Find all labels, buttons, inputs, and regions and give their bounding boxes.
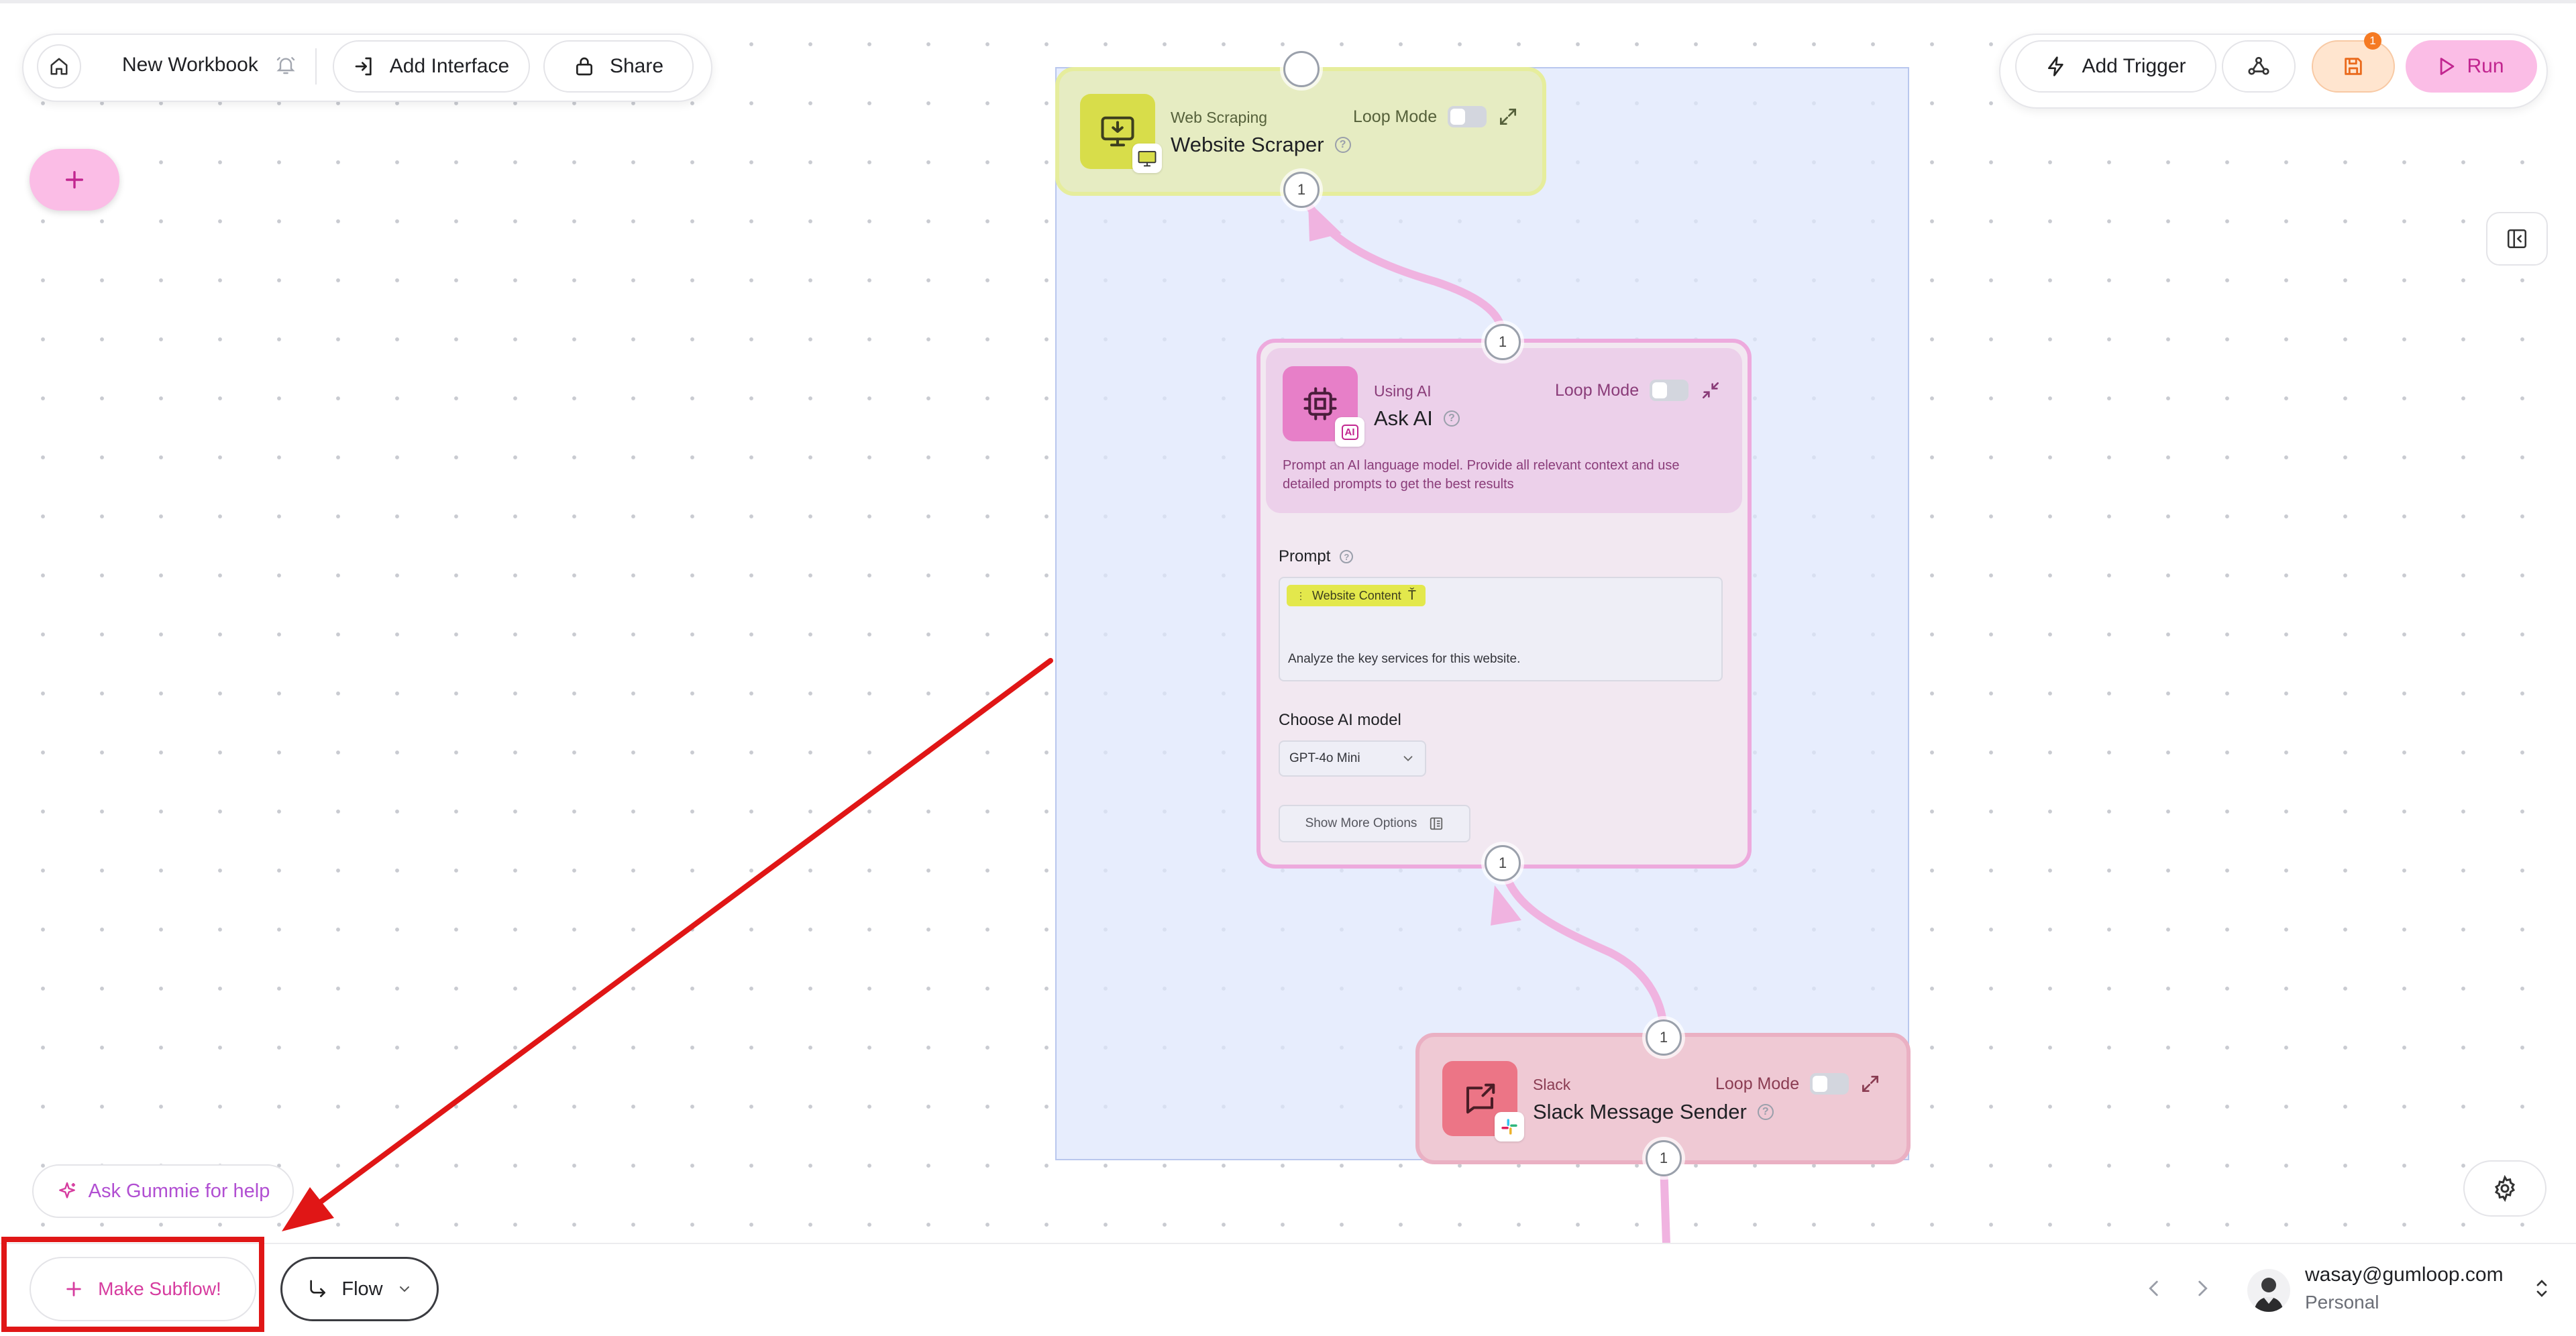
user-email: wasay@gumloop.com: [2305, 1264, 2504, 1286]
ask-gummie-button[interactable]: Ask Gummie for help: [32, 1164, 294, 1218]
show-more-options-button[interactable]: Show More Options: [1279, 805, 1470, 842]
annotation-arrow-line: [313, 658, 1053, 1209]
scraper-category: Web Scraping: [1171, 109, 1268, 126]
slack-title: Slack Message Sender ?: [1533, 1100, 1774, 1124]
model-label: Choose AI model: [1279, 711, 1401, 729]
scraper-loop-mode: Loop Mode: [1353, 106, 1487, 127]
prompt-variable-chip[interactable]: ⋮ Website Content Ť: [1287, 585, 1426, 606]
slack-badge: [1495, 1112, 1524, 1142]
model-select[interactable]: GPT-4o Mini: [1279, 740, 1426, 777]
text-type-icon: Ť: [1407, 588, 1416, 603]
settings-button[interactable]: [2463, 1160, 2546, 1217]
prompt-text: Analyze the key services for this websit…: [1288, 652, 1521, 666]
flow-arrow-icon: [310, 1280, 326, 1297]
slack-loop-toggle[interactable]: [1810, 1073, 1849, 1095]
chevron-left-icon[interactable]: [2143, 1277, 2165, 1300]
scraper-loop-toggle[interactable]: [1448, 106, 1487, 127]
help-icon[interactable]: ?: [1334, 137, 1351, 153]
scraper-title: Website Scraper ?: [1171, 133, 1351, 157]
sparkle-icon: [58, 1182, 75, 1199]
flow-dropdown[interactable]: Flow: [280, 1257, 439, 1321]
scraper-input-handle[interactable]: [1283, 51, 1320, 87]
ai-output-handle[interactable]: 1: [1485, 845, 1521, 881]
ai-category: Using AI: [1374, 382, 1432, 400]
gear-icon: [2494, 1175, 2516, 1202]
ai-badge: AI: [1335, 417, 1364, 447]
ai-loop-mode: Loop Mode: [1555, 380, 1689, 401]
chevron-down-icon: [399, 1286, 409, 1292]
ai-title: Ask AI ?: [1374, 406, 1460, 431]
help-icon[interactable]: ?: [1443, 410, 1460, 427]
collapse-icon[interactable]: [1700, 380, 1721, 401]
expand-icon[interactable]: [1860, 1073, 1881, 1095]
edge-ai-to-slack: [1499, 858, 1668, 1037]
monitor-download-icon: [1101, 116, 1134, 147]
share-message-icon: [1466, 1083, 1495, 1114]
ai-loop-toggle[interactable]: [1650, 380, 1689, 401]
scraper-badge: [1132, 144, 1162, 173]
help-icon[interactable]: ?: [1340, 550, 1354, 563]
chevron-right-icon[interactable]: [2191, 1277, 2214, 1300]
ai-description: Prompt an AI language model. Provide all…: [1283, 458, 1680, 492]
edge-scraper-to-ai: [1297, 187, 1507, 343]
ai-input-handle[interactable]: 1: [1485, 324, 1521, 360]
scraper-small-icon: [1138, 151, 1157, 167]
drag-dots-icon: ⋮: [1296, 590, 1305, 601]
help-icon[interactable]: ?: [1757, 1104, 1774, 1120]
plus-icon: [66, 1282, 81, 1296]
user-avatar-icon: [2254, 1278, 2284, 1312]
make-subflow-button[interactable]: Make Subflow!: [30, 1257, 256, 1321]
user-workspace: Personal: [2305, 1292, 2379, 1313]
chevron-down-icon: [1403, 756, 1413, 762]
scraper-output-handle[interactable]: 1: [1283, 172, 1320, 208]
slack-loop-mode: Loop Mode: [1715, 1073, 1849, 1095]
slack-output-handle[interactable]: 1: [1646, 1140, 1682, 1176]
options-panel-icon: [1430, 817, 1443, 830]
slack-logo-icon: [1501, 1119, 1517, 1135]
slack-category: Slack: [1533, 1076, 1571, 1093]
expand-icon[interactable]: [1497, 106, 1519, 127]
chevron-up-down-icon[interactable]: [2532, 1277, 2552, 1300]
slack-input-handle[interactable]: 1: [1646, 1019, 1682, 1056]
avatar[interactable]: [2247, 1269, 2290, 1312]
chip-icon: [1303, 387, 1337, 421]
prompt-label: Prompt ?: [1279, 547, 1354, 566]
